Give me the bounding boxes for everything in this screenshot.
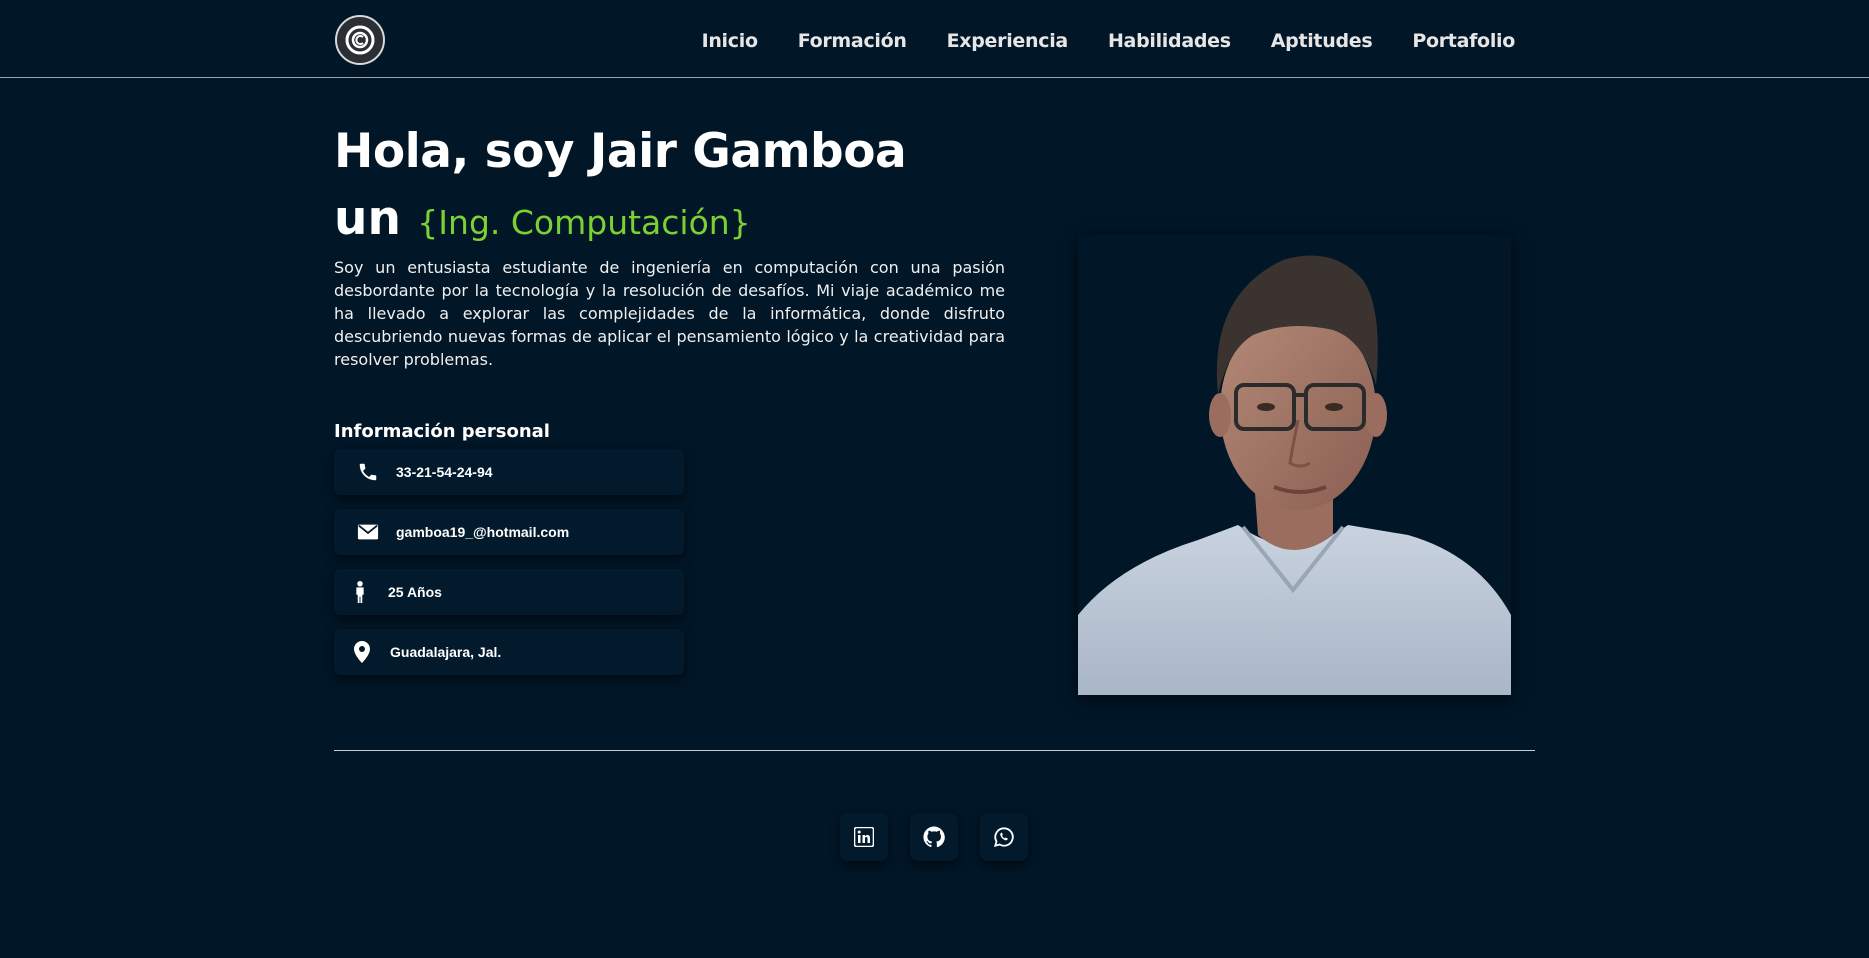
info-card-location: Guadalajara, Jal. — [334, 629, 684, 675]
linkedin-button[interactable] — [840, 813, 888, 861]
nav-link-habilidades[interactable]: Habilidades — [1108, 30, 1231, 52]
hero-subtitle: un {Ing. Computación} — [334, 191, 751, 246]
hero-role: {Ing. Computación} — [417, 203, 751, 242]
location-text: Guadalajara, Jal. — [390, 644, 502, 660]
bio-paragraph: Soy un entusiasta estudiante de ingenier… — [334, 258, 1005, 369]
phone-text: 33-21-54-24-94 — [396, 464, 493, 480]
personal-info-title: Información personal — [334, 421, 550, 442]
info-card-phone: 33-21-54-24-94 — [334, 449, 684, 495]
github-icon — [923, 826, 945, 848]
info-card-email: gamboa19_@hotmail.com — [334, 509, 684, 555]
phone-icon — [350, 461, 386, 483]
info-card-age: 25 Años — [334, 569, 684, 615]
envelope-icon — [350, 523, 386, 541]
hero-title: Hola, soy Jair Gamboa — [334, 124, 907, 179]
whatsapp-icon — [993, 827, 1014, 848]
nav-link-aptitudes[interactable]: Aptitudes — [1271, 30, 1373, 52]
age-text: 25 Años — [388, 584, 442, 600]
nav-link-formacion[interactable]: Formación — [798, 30, 907, 52]
whatsapp-button[interactable] — [980, 813, 1028, 861]
nav-link-experiencia[interactable]: Experiencia — [947, 30, 1069, 52]
nav-link-inicio[interactable]: Inicio — [702, 30, 758, 52]
hero-prefix: un — [334, 191, 401, 246]
profile-photo — [1078, 235, 1511, 695]
main-nav: Inicio Formación Experiencia Habilidades… — [702, 30, 1516, 52]
copyright-icon — [345, 25, 375, 55]
location-pin-icon — [344, 641, 380, 663]
github-button[interactable] — [910, 813, 958, 861]
person-icon — [342, 581, 378, 603]
site-header: Inicio Formación Experiencia Habilidades… — [0, 0, 1869, 78]
linkedin-icon — [854, 827, 874, 847]
nav-link-portafolio[interactable]: Portafolio — [1412, 30, 1515, 52]
email-text: gamboa19_@hotmail.com — [396, 524, 570, 540]
logo[interactable] — [335, 15, 385, 65]
footer-divider — [334, 750, 1535, 751]
